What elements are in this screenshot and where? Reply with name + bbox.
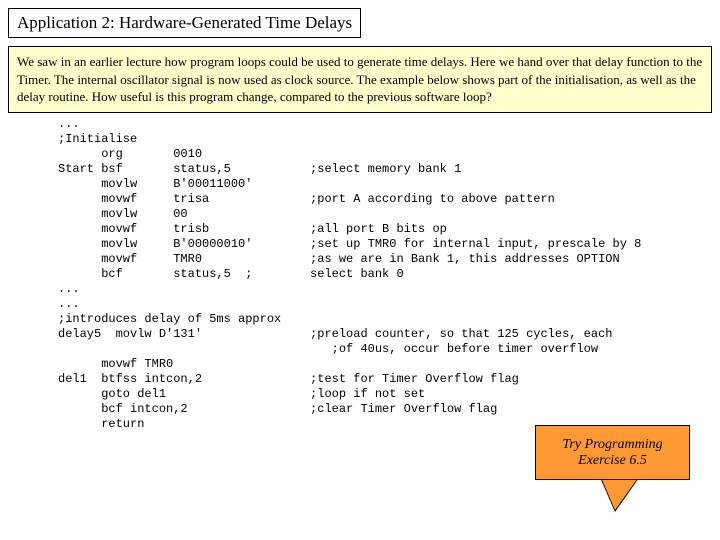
callout-tail [600, 475, 640, 510]
description-text: We saw in an earlier lecture how program… [17, 54, 702, 104]
slide-title-box: Application 2: Hardware-Generated Time D… [8, 8, 361, 38]
callout-box: Try Programming Exercise 6.5 [535, 425, 690, 480]
description-box: We saw in an earlier lecture how program… [8, 46, 712, 113]
code-listing: ... ;Initialise org 0010 Start bsf statu… [58, 117, 712, 432]
callout-text: Try Programming Exercise 6.5 [540, 437, 685, 469]
slide-title: Application 2: Hardware-Generated Time D… [17, 13, 352, 32]
